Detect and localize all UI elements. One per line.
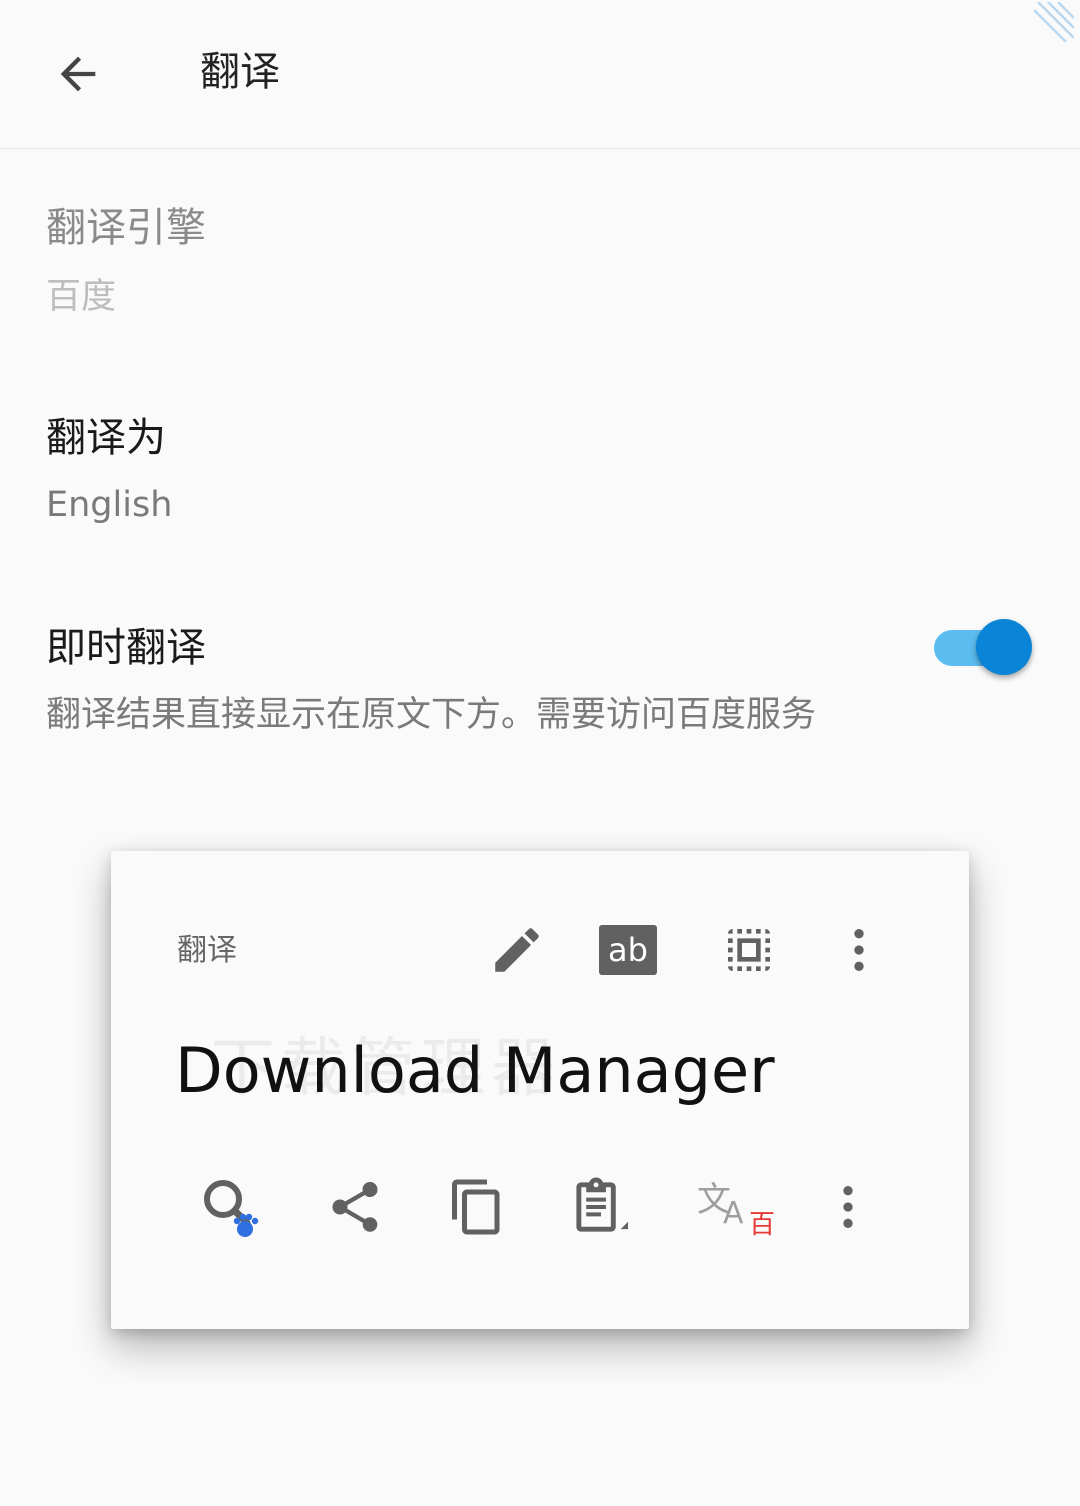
pref-engine-summary: 百度 [46,277,117,317]
top-more-button[interactable] [823,914,895,986]
pencil-icon [495,928,539,972]
ab-icon: ab [599,925,657,975]
more-vert-icon [843,1186,853,1228]
translated-text: Download Manager [175,1034,775,1107]
app-bar: 翻译 [0,0,1080,149]
pref-target-title: 翻译为 [46,415,166,461]
paste-icon [576,1177,629,1232]
copy-icon [452,1179,500,1235]
more-vert-icon [854,929,864,971]
settings-screen: 翻译 翻译引擎 百度 翻译为 English 即时翻译 翻译结果直接显示在原文下… [0,0,1080,1506]
share-icon [332,1181,378,1232]
corner-stripes-icon [1034,2,1074,42]
svg-text:A: A [723,1196,744,1231]
select-all-button[interactable] [713,914,785,986]
ab-button[interactable]: ab [592,914,664,986]
page-title: 翻译 [200,49,280,95]
baidu-search-icon [204,1180,259,1237]
back-button[interactable] [40,36,116,112]
copy-button[interactable] [441,1171,513,1243]
translate-badge: 百 [749,1210,775,1239]
translation-popup-card: 翻译 ab 下载管理器 Download Manager 文 A 百 [111,851,969,1329]
card-label: 翻译 [177,933,237,968]
baidu-search-button[interactable] [195,1171,267,1243]
pref-target-summary: English [46,485,173,525]
translate-button[interactable]: 文 A 百 [695,1171,779,1243]
pref-instant-title: 即时翻译 [46,625,206,671]
share-button[interactable] [319,1171,391,1243]
select-all-icon [728,929,770,971]
switch-thumb [976,619,1032,675]
paste-button[interactable] [565,1171,637,1243]
arrow-left-icon [60,56,96,92]
pref-instant-summary: 翻译结果直接显示在原文下方。需要访问百度服务 [46,695,817,735]
edit-button[interactable] [481,914,553,986]
bottom-more-button[interactable] [812,1171,884,1243]
pref-engine-title: 翻译引擎 [46,205,206,251]
instant-translation-switch[interactable] [932,618,1036,678]
translate-icon: 文 A 百 [697,1180,775,1239]
